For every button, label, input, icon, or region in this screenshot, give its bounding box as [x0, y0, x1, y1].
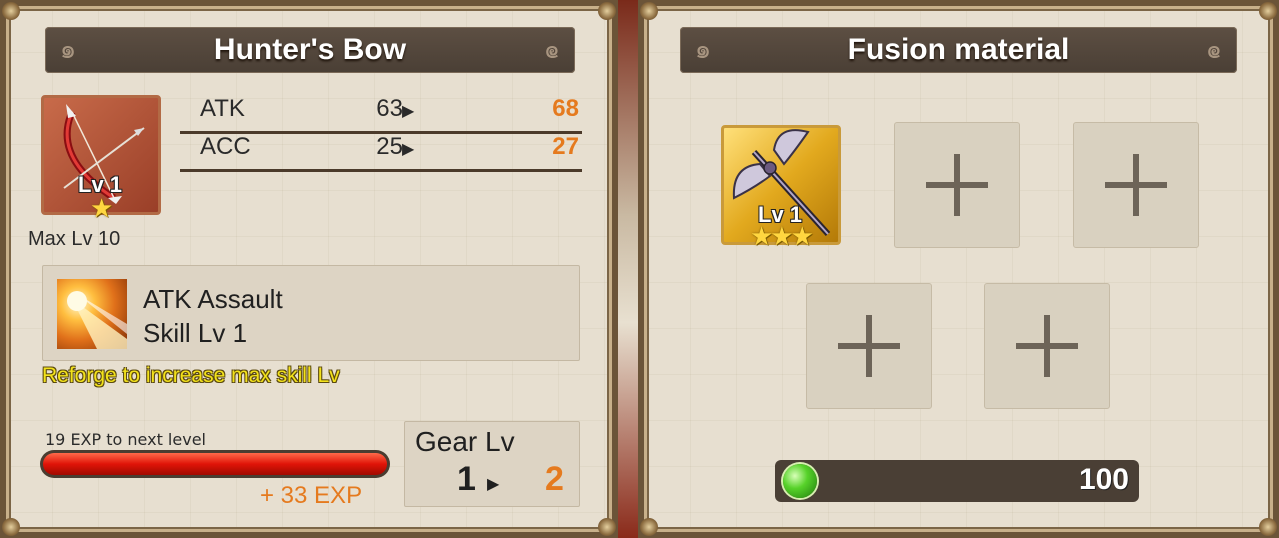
star-icon: ★ — [90, 194, 114, 224]
empty-material-slot[interactable] — [894, 122, 1020, 248]
exp-to-next-label: 19 EXP to next level — [45, 430, 206, 449]
gear-level-current: 1 — [457, 460, 476, 498]
gear-level-next: 2 — [545, 460, 564, 498]
corner-ornament — [2, 2, 20, 20]
reforge-note: Reforge to increase max skill Lv — [42, 364, 340, 387]
gear-level-title: Gear Lv — [415, 426, 515, 457]
corner-ornament — [598, 518, 616, 536]
stat-row-atk: ATK 63 ▶ 68 — [180, 93, 582, 134]
material-slot-axe[interactable]: Lv 1 ★★★ — [721, 125, 841, 252]
swirl-ornament-icon: ๑ — [1205, 35, 1223, 65]
empty-material-slot[interactable] — [1073, 122, 1199, 248]
arrow-right-icon: ▶ — [402, 103, 415, 120]
arrow-right-icon: ▶ — [487, 474, 500, 493]
currency-bar: 100 — [775, 460, 1139, 502]
currency-value: 100 — [1078, 463, 1129, 496]
exp-progress-fill — [43, 453, 387, 475]
skill-name: ATK Assault — [143, 284, 283, 314]
corner-ornament — [1259, 2, 1277, 20]
arrow-right-icon: ▶ — [402, 141, 415, 158]
stat-next: 27 — [552, 133, 579, 160]
corner-ornament — [2, 518, 20, 536]
weapon-thumbnail[interactable]: Lv 1 ★ — [41, 95, 161, 224]
stat-name: ATK — [200, 95, 245, 122]
empty-material-slot[interactable] — [984, 283, 1110, 409]
stat-current: 63 — [376, 95, 403, 122]
gear-title: Hunter's Bow — [213, 33, 407, 66]
skill-box[interactable]: ATK Assault Skill Lv 1 — [42, 265, 580, 361]
gear-title-bar: ๑ Hunter's Bow ๑ — [45, 27, 575, 73]
corner-ornament — [640, 518, 658, 536]
stat-row-acc: ACC 25 ▶ 27 — [180, 131, 582, 172]
fusion-title: Fusion material — [847, 33, 1070, 66]
corner-ornament — [598, 2, 616, 20]
exp-gain: + 33 EXP — [260, 482, 363, 509]
gear-level-box: Gear Lv 1 ▶ 2 — [404, 421, 580, 507]
green-gem-icon — [783, 464, 817, 498]
swirl-ornament-icon: ๑ — [59, 35, 77, 65]
swirl-ornament-icon: ๑ — [694, 35, 712, 65]
corner-ornament — [640, 2, 658, 20]
fusion-material-panel — [638, 0, 1279, 538]
exp-progress-bar — [40, 450, 390, 478]
swirl-ornament-icon: ๑ — [543, 35, 561, 65]
stat-name: ACC — [200, 133, 251, 160]
star-icon: ★★★ — [750, 222, 814, 252]
empty-material-slot[interactable] — [806, 283, 932, 409]
fusion-title-bar: ๑ Fusion material ๑ — [680, 27, 1237, 73]
skill-level: Skill Lv 1 — [143, 318, 248, 348]
stat-current: 25 — [376, 133, 403, 160]
max-level-label: Max Lv 10 — [28, 228, 121, 250]
stat-next: 68 — [552, 95, 579, 122]
atk-assault-skill-icon — [57, 279, 127, 349]
corner-ornament — [1259, 518, 1277, 536]
